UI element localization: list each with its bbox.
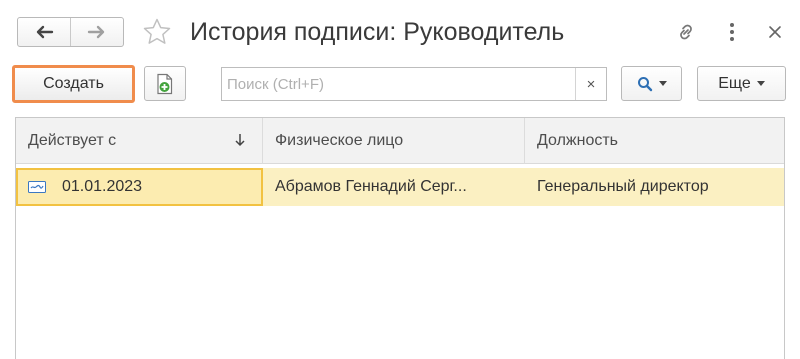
clear-search-button[interactable]: × [575, 68, 606, 100]
column-header-position[interactable]: Должность [525, 118, 784, 164]
chevron-down-icon [756, 81, 765, 86]
star-icon[interactable] [142, 17, 172, 47]
column-header-label: Действует с [28, 132, 117, 149]
more-button-label: Еще [718, 74, 751, 92]
sort-down-arrow-icon [235, 134, 245, 147]
arrow-left-icon [36, 25, 54, 39]
table-header: Действует с Физическое лицо Должность [16, 118, 784, 164]
column-header-person[interactable]: Физическое лицо [263, 118, 525, 164]
add-document-icon [157, 73, 173, 94]
vertical-dots-icon[interactable] [722, 20, 742, 44]
close-icon[interactable] [764, 20, 786, 44]
window-header: История подписи: Руководитель [0, 0, 800, 62]
page-title: История подписи: Руководитель [190, 18, 565, 46]
forward-button[interactable] [70, 18, 123, 46]
cell-position-text: Генеральный директор [537, 178, 709, 195]
history-table: Действует с Физическое лицо Должность 01… [15, 117, 785, 359]
cell-date-text: 01.01.2023 [62, 178, 143, 195]
table-row[interactable]: 01.01.2023 Абрамов Геннадий Серг... Гене… [16, 168, 784, 206]
cell-valid-from[interactable]: 01.01.2023 [16, 168, 263, 206]
column-header-label: Должность [537, 132, 618, 149]
magnifier-icon [637, 76, 652, 91]
back-button[interactable] [18, 18, 70, 46]
create-button[interactable]: Создать [12, 65, 135, 103]
more-button[interactable]: Еще [697, 66, 786, 101]
arrow-right-icon [87, 25, 105, 39]
copy-button[interactable] [144, 66, 186, 101]
search-button[interactable] [621, 66, 682, 101]
chevron-down-icon [658, 81, 667, 86]
record-icon [28, 181, 46, 193]
cell-position[interactable]: Генеральный директор [525, 168, 784, 206]
column-header-valid-from[interactable]: Действует с [16, 118, 263, 164]
search-field: × [221, 67, 607, 101]
column-header-label: Физическое лицо [275, 132, 404, 149]
search-input[interactable] [222, 68, 576, 100]
link-icon[interactable] [672, 20, 700, 44]
navigation-group [17, 17, 124, 47]
cell-person-text: Абрамов Геннадий Серг... [275, 178, 467, 195]
cell-person[interactable]: Абрамов Геннадий Серг... [263, 168, 525, 206]
